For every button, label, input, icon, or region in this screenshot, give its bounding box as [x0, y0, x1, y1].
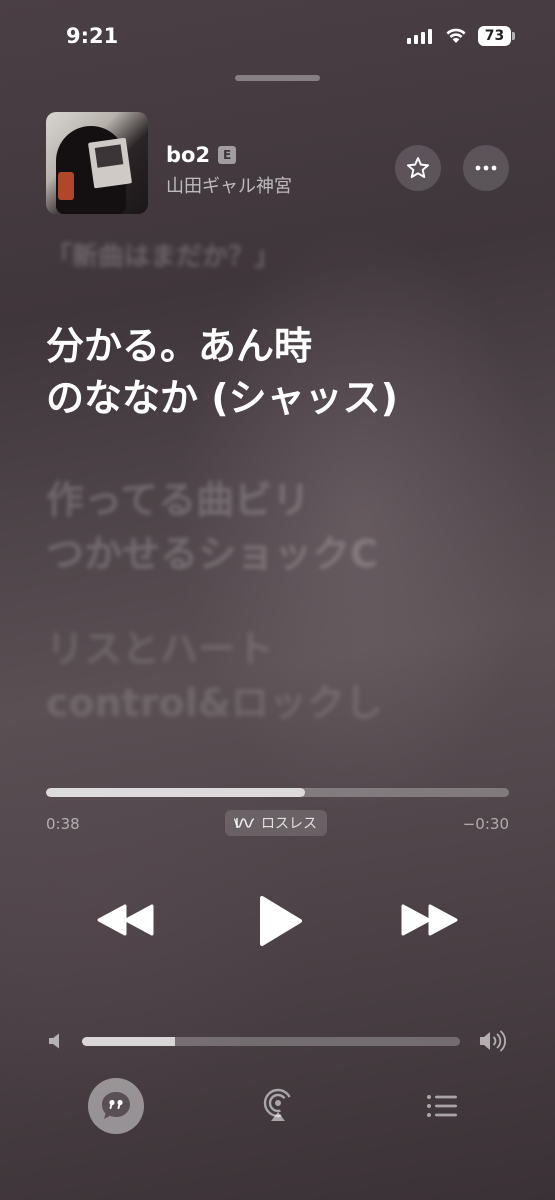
star-icon	[406, 157, 430, 178]
lyric-following-line[interactable]: リスとハート control&ロックし	[46, 622, 383, 730]
status-bar: 9:21 73	[0, 0, 555, 75]
forward-icon	[401, 904, 458, 936]
previous-track-button[interactable]	[95, 895, 157, 945]
play-button[interactable]	[250, 890, 310, 952]
lyric-current-line[interactable]: 分かる。あん時 のななか (シャッス)	[46, 320, 398, 424]
status-time: 9:21	[66, 24, 119, 48]
quote-bubble-icon	[102, 1092, 130, 1119]
ellipsis-icon	[475, 165, 497, 171]
lyric-current-text-1: 分かる。あん時	[46, 324, 313, 368]
remaining-time: −0:30	[462, 815, 509, 833]
lyric-next-text-4: control&ロックし	[46, 681, 383, 725]
lossless-wave-icon	[233, 818, 255, 828]
cellular-signal-icon	[407, 28, 432, 44]
airplay-audio-icon	[263, 1088, 293, 1121]
lyric-current-text-2: のななか (シャッス)	[46, 376, 398, 420]
battery-level: 73	[478, 26, 511, 46]
battery-icon: 73	[478, 26, 516, 46]
backward-icon	[97, 904, 154, 936]
more-button[interactable]	[463, 145, 509, 191]
play-icon	[260, 896, 302, 946]
lyric-next-line[interactable]: 作ってる曲ビリ つかせるショックC	[46, 473, 378, 581]
lyrics-button[interactable]	[88, 1078, 144, 1134]
volume-high-icon	[478, 1029, 508, 1057]
lyric-previous-line[interactable]: 「新曲はまだか？」	[46, 236, 280, 273]
explicit-badge: E	[218, 146, 237, 164]
airplay-button[interactable]	[254, 1082, 302, 1130]
list-icon	[427, 1095, 457, 1117]
lossless-badge[interactable]: ロスレス	[225, 810, 327, 836]
song-title: bo2	[166, 143, 211, 167]
playback-progress-fill	[46, 788, 306, 797]
lyric-next-text-3: リスとハート	[46, 627, 275, 671]
sheet-grabber[interactable]	[235, 75, 320, 81]
song-title-row: bo2 E	[166, 143, 237, 167]
wifi-icon	[444, 26, 468, 48]
lyric-next-text-1: 作ってる曲ビリ	[46, 478, 311, 522]
playback-scrubber[interactable]	[46, 788, 509, 797]
volume-fill	[82, 1037, 175, 1046]
next-track-button[interactable]	[398, 895, 460, 945]
favorite-button[interactable]	[395, 145, 441, 191]
album-artwork[interactable]	[46, 112, 148, 214]
queue-button[interactable]	[418, 1082, 466, 1130]
elapsed-time: 0:38	[46, 815, 80, 833]
volume-slider[interactable]	[82, 1037, 460, 1046]
volume-low-icon	[47, 1032, 63, 1054]
lossless-label: ロスレス	[261, 816, 317, 832]
lyric-next-text-2: つかせるショックC	[46, 532, 378, 576]
artist-name[interactable]: 山田ギャル神宮	[166, 172, 292, 198]
